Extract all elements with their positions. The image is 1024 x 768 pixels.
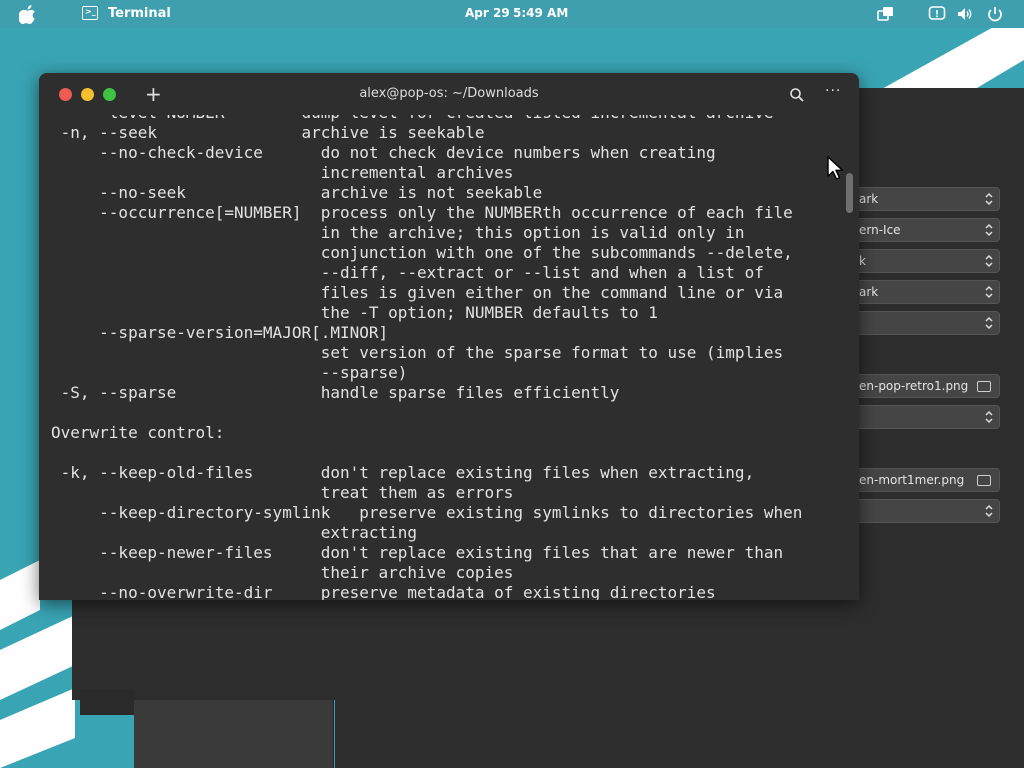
terminal-line: --keep-directory-symlink preserve existi… xyxy=(51,503,803,522)
volume-icon[interactable] xyxy=(956,5,974,23)
terminal-line: --no-seek archive is not seekable xyxy=(51,183,543,202)
mouse-pointer-icon xyxy=(827,156,844,180)
terminal-output[interactable]: --level=NUMBER dump level for created li… xyxy=(39,115,859,600)
terminal-header-bar[interactable]: + alex@pop-os: ~/Downloads ··· xyxy=(39,73,859,115)
terminal-line: Overwrite control: xyxy=(51,423,225,442)
search-icon[interactable] xyxy=(789,87,805,103)
top-panel: >_ Terminal Apr 29 5:49 AM xyxy=(0,0,1024,28)
sound-theme-combo[interactable] xyxy=(850,311,1000,335)
terminal-window[interactable]: + alex@pop-os: ~/Downloads ··· --level=N… xyxy=(39,73,859,600)
combo-value: ern-Ice xyxy=(859,223,901,237)
terminal-line: -n, --seek archive is seekable xyxy=(51,123,485,142)
chevron-updown-icon xyxy=(985,285,993,299)
terminal-line: --sparse) xyxy=(51,363,408,382)
terminal-line: --level=NUMBER dump level for created li… xyxy=(51,115,802,123)
terminal-line: the -T option; NUMBER defaults to 1 xyxy=(51,303,658,322)
terminal-line: -S, --sparse handle sparse files efficie… xyxy=(51,383,620,402)
icon-theme-combo[interactable]: ern-Ice xyxy=(850,218,1000,242)
background-adjustment-combo[interactable] xyxy=(850,405,1000,429)
terminal-line: --keep-newer-files don't replace existin… xyxy=(51,543,784,562)
active-app-name[interactable]: Terminal xyxy=(108,6,171,21)
folder-icon xyxy=(977,381,991,392)
scrollbar-thumb[interactable] xyxy=(846,173,853,213)
chevron-updown-icon xyxy=(985,223,993,237)
terminal-line: files is given either on the command lin… xyxy=(51,283,784,302)
file-name: en-mort1mer.png xyxy=(859,473,965,487)
combo-value: k xyxy=(859,254,866,268)
theme-combo[interactable]: ark xyxy=(850,187,1000,211)
settings-content xyxy=(335,700,1024,768)
workspaces-icon[interactable] xyxy=(877,5,895,23)
terminal-line: --diff, --extract or --list and when a l… xyxy=(51,263,764,282)
cursor-theme-combo[interactable]: k xyxy=(850,249,1000,273)
shell-theme-combo[interactable]: ark xyxy=(850,280,1000,304)
file-name: en-pop-retro1.png xyxy=(859,379,969,393)
combo-value: ark xyxy=(859,285,879,299)
terminal-line: treat them as errors xyxy=(51,483,514,502)
apple-icon[interactable] xyxy=(19,4,37,24)
settings-sidebar xyxy=(134,700,334,768)
chevron-updown-icon xyxy=(985,254,993,268)
chevron-updown-icon xyxy=(985,192,993,206)
chevron-updown-icon xyxy=(985,410,993,424)
menu-button[interactable]: ··· xyxy=(825,83,841,99)
terminal-line: conjunction with one of the subcommands … xyxy=(51,243,793,262)
chevron-updown-icon xyxy=(985,316,993,330)
terminal-line: -k, --keep-old-files don't replace exist… xyxy=(51,463,755,482)
chevron-updown-icon xyxy=(985,504,993,518)
notification-icon[interactable] xyxy=(928,5,946,23)
terminal-line: extracting xyxy=(51,523,418,542)
power-icon[interactable] xyxy=(986,5,1004,23)
terminal-line: --no-overwrite-dir preserve metadata of … xyxy=(51,583,716,600)
lockscreen-image-picker[interactable]: en-mort1mer.png xyxy=(850,468,1000,492)
terminal-app-icon[interactable]: >_ xyxy=(82,6,98,20)
terminal-line: --no-check-device do not check device nu… xyxy=(51,143,716,162)
terminal-text: --level=NUMBER dump level for created li… xyxy=(51,115,802,600)
panel-date[interactable]: Apr 29 xyxy=(465,6,510,20)
terminal-line: incremental archives xyxy=(51,163,514,182)
background-image-picker[interactable]: en-pop-retro1.png xyxy=(850,374,1000,398)
lockscreen-adjustment-combo[interactable] xyxy=(850,499,1000,523)
terminal-line: in the archive; this option is valid onl… xyxy=(51,223,745,242)
terminal-line: --sparse-version=MAJOR[.MINOR] xyxy=(51,323,389,342)
terminal-title: alex@pop-os: ~/Downloads xyxy=(359,86,539,101)
terminal-line: their archive copies xyxy=(51,563,514,582)
combo-value: ark xyxy=(859,192,879,206)
panel-time[interactable]: 5:49 AM xyxy=(513,6,568,20)
terminal-line: --occurrence[=NUMBER] process only the N… xyxy=(51,203,793,222)
terminal-line: set version of the sparse format to use … xyxy=(51,343,784,362)
window-edge xyxy=(80,690,135,715)
folder-icon xyxy=(977,475,991,486)
